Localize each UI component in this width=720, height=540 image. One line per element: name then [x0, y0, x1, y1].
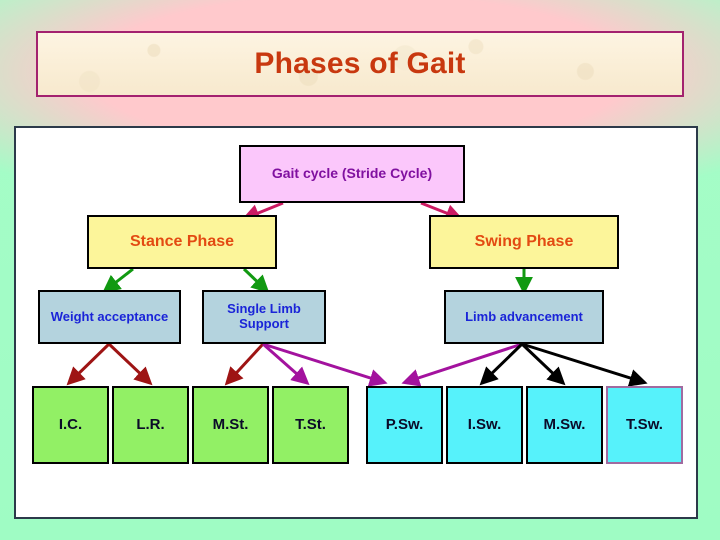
- node-pre-swing[interactable]: P.Sw.: [366, 386, 443, 464]
- node-terminal-stance[interactable]: T.St.: [272, 386, 349, 464]
- node-terminal-swing[interactable]: T.Sw.: [606, 386, 683, 464]
- node-loading-response-label: L.R.: [136, 415, 165, 433]
- edge-stance-singlelimb: [242, 267, 270, 294]
- edge-singlelimb-tst: [262, 342, 310, 386]
- edge-limbadvancement-psw: [401, 342, 523, 387]
- node-mid-swing-label: M.Sw.: [543, 415, 586, 433]
- node-stance-phase[interactable]: Stance Phase: [87, 215, 277, 269]
- node-gait-cycle[interactable]: Gait cycle (Stride Cycle): [239, 145, 465, 203]
- node-stance-phase-label: Stance Phase: [129, 233, 235, 251]
- edge-singlelimb-psw: [262, 342, 388, 387]
- slide-canvas: Phases of Gait Gait cycle (Stride Cycle)…: [0, 0, 720, 540]
- title-banner: Phases of Gait: [36, 31, 684, 97]
- node-mid-swing[interactable]: M.Sw.: [526, 386, 603, 464]
- page-title: Phases of Gait: [254, 47, 466, 80]
- edge-limbadvancement-isw: [479, 342, 524, 386]
- node-single-limb-support-label: Single Limb Support: [227, 301, 301, 331]
- node-loading-response[interactable]: L.R.: [112, 386, 189, 464]
- node-initial-contact-label: I.C.: [58, 415, 83, 433]
- node-limb-advancement[interactable]: Limb advancement: [444, 290, 604, 344]
- node-swing-phase-label: Swing Phase: [474, 233, 574, 251]
- diagram-panel: Gait cycle (Stride Cycle) Stance Phase S…: [14, 126, 698, 519]
- node-weight-acceptance-label: Weight acceptance: [50, 308, 169, 324]
- edge-stance-weightacceptance: [102, 267, 134, 293]
- node-weight-acceptance[interactable]: Weight acceptance: [38, 290, 181, 344]
- node-gait-cycle-label: Gait cycle (Stride Cycle): [271, 165, 433, 182]
- edge-singlelimb-mst: [224, 342, 265, 386]
- edge-weightacceptance-lr: [107, 342, 153, 386]
- node-initial-swing-label: I.Sw.: [467, 415, 502, 433]
- node-swing-phase[interactable]: Swing Phase: [429, 215, 619, 269]
- node-initial-swing[interactable]: I.Sw.: [446, 386, 523, 464]
- node-single-limb-support[interactable]: Single Limb Support: [202, 290, 326, 344]
- node-limb-advancement-label: Limb advancement: [465, 308, 583, 324]
- node-terminal-stance-label: T.St.: [295, 415, 326, 433]
- node-pre-swing-label: P.Sw.: [385, 415, 424, 433]
- node-mid-stance-label: M.St.: [212, 415, 249, 433]
- node-terminal-swing-label: T.Sw.: [626, 415, 663, 433]
- edge-limbadvancement-msw: [520, 342, 566, 386]
- node-initial-contact[interactable]: I.C.: [32, 386, 109, 464]
- edge-weightacceptance-ic: [66, 342, 111, 386]
- node-mid-stance[interactable]: M.St.: [192, 386, 269, 464]
- edge-limbadvancement-tsw: [521, 342, 648, 387]
